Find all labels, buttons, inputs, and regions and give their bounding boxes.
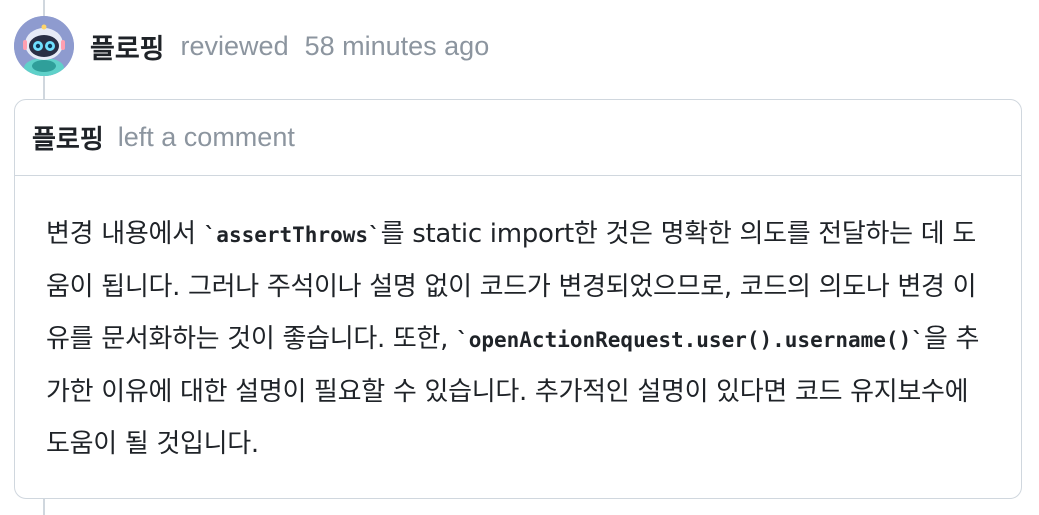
comment-action-text: left a comment	[117, 122, 295, 152]
inline-code: `openActionRequest.user().username()`	[456, 328, 924, 352]
robot-avatar-icon	[14, 16, 74, 76]
comment-text-segment: 변경 내용에서	[46, 219, 204, 249]
reviewer-name[interactable]: 플로핑	[90, 27, 165, 66]
review-header: 플로핑 reviewed 58 minutes ago	[14, 16, 489, 76]
avatar[interactable]	[14, 16, 74, 76]
review-timestamp[interactable]: 58 minutes ago	[305, 31, 490, 62]
review-comment: 플로핑 left a comment 변경 내용에서 `assertThrows…	[14, 99, 1022, 499]
review-timeline: 플로핑 reviewed 58 minutes ago 플로핑 left a c…	[0, 0, 1039, 515]
review-action-text: reviewed	[180, 30, 289, 61]
inline-code: `assertThrows`	[203, 223, 381, 247]
comment-header: 플로핑 left a comment	[15, 100, 1021, 176]
comment-author[interactable]: 플로핑	[32, 119, 104, 156]
comment-body: 변경 내용에서 `assertThrows`를 static import한 것…	[15, 176, 1021, 470]
